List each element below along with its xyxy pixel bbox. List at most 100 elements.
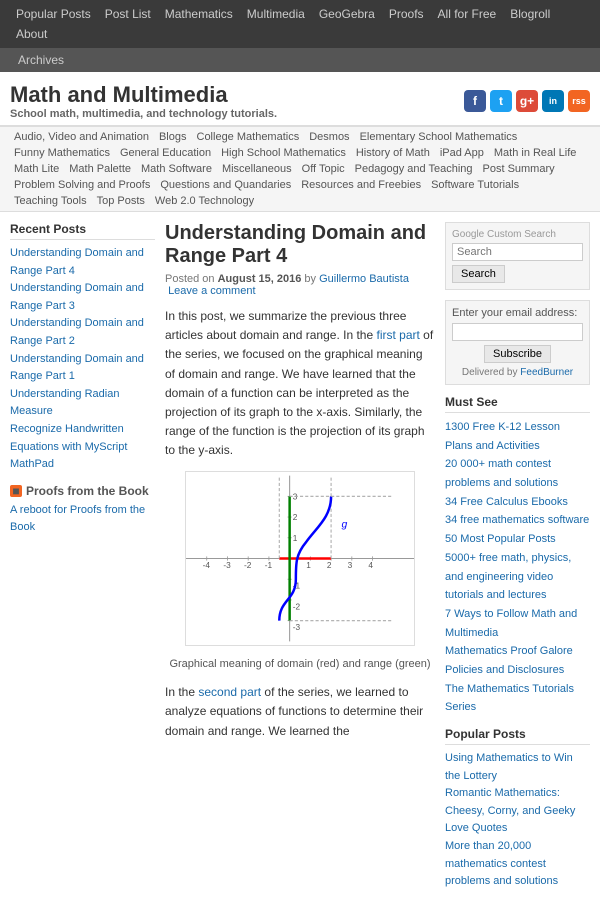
list-item: 50 Most Popular Posts [445,530,590,549]
list-item: Policies and Disclosures [445,661,590,680]
post-meta: Posted on August 15, 2016 by Guillermo B… [165,273,435,297]
nav-proofs[interactable]: Proofs [383,5,430,23]
popular-posts-right: Popular Posts Using Mathematics to Win t… [445,727,590,891]
post-date: August 15, 2016 [218,273,302,285]
must-see-link-1[interactable]: 1300 Free K-12 Lesson Plans and Activiti… [445,421,560,452]
cat-general[interactable]: General Education [116,146,215,160]
cat-ipad[interactable]: iPad App [436,146,488,160]
search-button[interactable]: Search [452,265,505,283]
list-item: Romantic Mathematics: Cheesy, Corny, and… [445,785,590,838]
recent-post-link-2[interactable]: Understanding Domain and Range Part 3 [10,282,144,312]
cat-teaching[interactable]: Teaching Tools [10,194,91,208]
must-see-link-5[interactable]: 50 Most Popular Posts [445,533,556,545]
post-comment-link[interactable]: Leave a comment [168,285,255,297]
post-paragraph-2: In the second part of the series, we lea… [165,683,435,741]
cat-software[interactable]: Math Software [137,162,216,176]
must-see-link-4[interactable]: 34 free mathematics software [445,514,589,526]
must-see-link-8[interactable]: Mathematics Proof Galore [445,645,573,657]
rss-small-icon: ■ [10,485,22,497]
recent-post-link-4[interactable]: Understanding Domain and Range Part 1 [10,353,144,383]
email-input[interactable] [452,323,583,341]
cat-postsummary[interactable]: Post Summary [479,162,559,176]
cat-history[interactable]: History of Math [352,146,434,160]
nav-popular-posts[interactable]: Popular Posts [10,5,97,23]
proofs-heading-wrapper: ■ Proofs from the Book [10,484,155,498]
list-item: Understanding Domain and Range Part 1 [10,351,155,386]
facebook-icon[interactable]: f [464,90,486,112]
list-item: 1300 Free K-12 Lesson Plans and Activiti… [445,418,590,455]
popular-link-1[interactable]: Using Mathematics to Win the Lottery [445,752,573,782]
recent-post-link-5[interactable]: Understanding Radian Measure [10,388,119,418]
search-input[interactable] [452,243,583,261]
cat-blogs[interactable]: Blogs [155,130,191,144]
second-navigation: Archives [0,48,600,72]
cat-topposts[interactable]: Top Posts [93,194,149,208]
cat-elementary[interactable]: Elementary School Mathematics [356,130,522,144]
second-part-link[interactable]: second part [198,685,261,699]
must-see-link-7[interactable]: 7 Ways to Follow Math and Multimedia [445,608,577,639]
twitter-icon[interactable]: t [490,90,512,112]
cat-desmos[interactable]: Desmos [305,130,353,144]
must-see-link-6[interactable]: 5000+ free math, physics, and engineerin… [445,552,571,601]
cat-resources[interactable]: Resources and Freebies [297,178,425,192]
svg-text:-1: -1 [265,559,273,569]
nav-multimedia[interactable]: Multimedia [241,5,311,23]
must-see-link-3[interactable]: 34 Free Calculus Ebooks [445,496,568,508]
svg-text:4: 4 [368,559,373,569]
cat-misc[interactable]: Miscellaneous [218,162,296,176]
feedburner-credit: Delivered by FeedBurner [452,367,583,378]
proofs-heading: Proofs from the Book [26,484,149,498]
must-see-link-10[interactable]: The Mathematics Tutorials Series [445,683,574,714]
cat-reallife[interactable]: Math in Real Life [490,146,581,160]
cat-palette[interactable]: Math Palette [65,162,135,176]
first-part-link[interactable]: first part [376,328,419,342]
linkedin-icon[interactable]: in [542,90,564,112]
nav-mathematics[interactable]: Mathematics [159,5,239,23]
feedburner-link[interactable]: FeedBurner [520,367,573,378]
popular-posts-list: Using Mathematics to Win the Lottery Rom… [445,750,590,891]
cat-web20[interactable]: Web 2.0 Technology [151,194,258,208]
sidebar-left: Recent Posts Understanding Domain and Ra… [10,222,155,891]
nav-archives[interactable]: Archives [10,51,72,69]
list-item: Using Mathematics to Win the Lottery [445,750,590,785]
list-item: 20 000+ math contest problems and soluti… [445,455,590,492]
post-author-link[interactable]: Guillermo Bautista [319,273,409,285]
cat-college[interactable]: College Mathematics [193,130,304,144]
cat-highschool[interactable]: High School Mathematics [217,146,350,160]
nav-all-for-free[interactable]: All for Free [432,5,503,23]
list-item: A reboot for Proofs from the Book [10,502,155,537]
must-see-link-2[interactable]: 20 000+ math contest problems and soluti… [445,458,558,489]
must-see-link-9[interactable]: Policies and Disclosures [445,664,564,676]
email-prompt: Enter your email address: [452,307,583,319]
must-see-section: Must See 1300 Free K-12 Lesson Plans and… [445,395,590,717]
nav-blogroll[interactable]: Blogroll [504,5,556,23]
recent-post-link-6[interactable]: Recognize Handwritten Equations with MyS… [10,423,127,470]
svg-text:-4: -4 [203,559,211,569]
list-item: 34 Free Calculus Ebooks [445,493,590,512]
subscribe-button[interactable]: Subscribe [484,345,551,363]
cat-softwaretut[interactable]: Software Tutorials [427,178,523,192]
proofs-link-1[interactable]: A reboot for Proofs from the Book [10,504,145,534]
cat-offtopic[interactable]: Off Topic [298,162,349,176]
cat-questions[interactable]: Questions and Quandaries [156,178,295,192]
nav-post-list[interactable]: Post List [99,5,157,23]
cat-funny[interactable]: Funny Mathematics [10,146,114,160]
category-navigation: Audio, Video and Animation Blogs College… [0,126,600,212]
cat-problemsolving[interactable]: Problem Solving and Proofs [10,178,154,192]
cat-lite[interactable]: Math Lite [10,162,63,176]
post-paragraph-1: In this post, we summarize the previous … [165,307,435,461]
nav-about[interactable]: About [10,25,53,43]
rss-icon[interactable]: rss [568,90,590,112]
recent-post-link-1[interactable]: Understanding Domain and Range Part 4 [10,247,144,277]
graph-caption: Graphical meaning of domain (red) and ra… [165,656,435,674]
list-item: 7 Ways to Follow Math and Multimedia [445,605,590,642]
popular-link-2[interactable]: Romantic Mathematics: Cheesy, Corny, and… [445,787,575,834]
nav-geogebra[interactable]: GeoGebra [313,5,381,23]
googleplus-icon[interactable]: g+ [516,90,538,112]
cat-pedagogy[interactable]: Pedagogy and Teaching [351,162,477,176]
popular-link-3[interactable]: More than 20,000 mathematics contest pro… [445,840,558,887]
cat-audio[interactable]: Audio, Video and Animation [10,130,153,144]
main-content: Understanding Domain and Range Part 4 Po… [165,222,435,891]
svg-text:1: 1 [306,559,311,569]
recent-post-link-3[interactable]: Understanding Domain and Range Part 2 [10,317,144,347]
